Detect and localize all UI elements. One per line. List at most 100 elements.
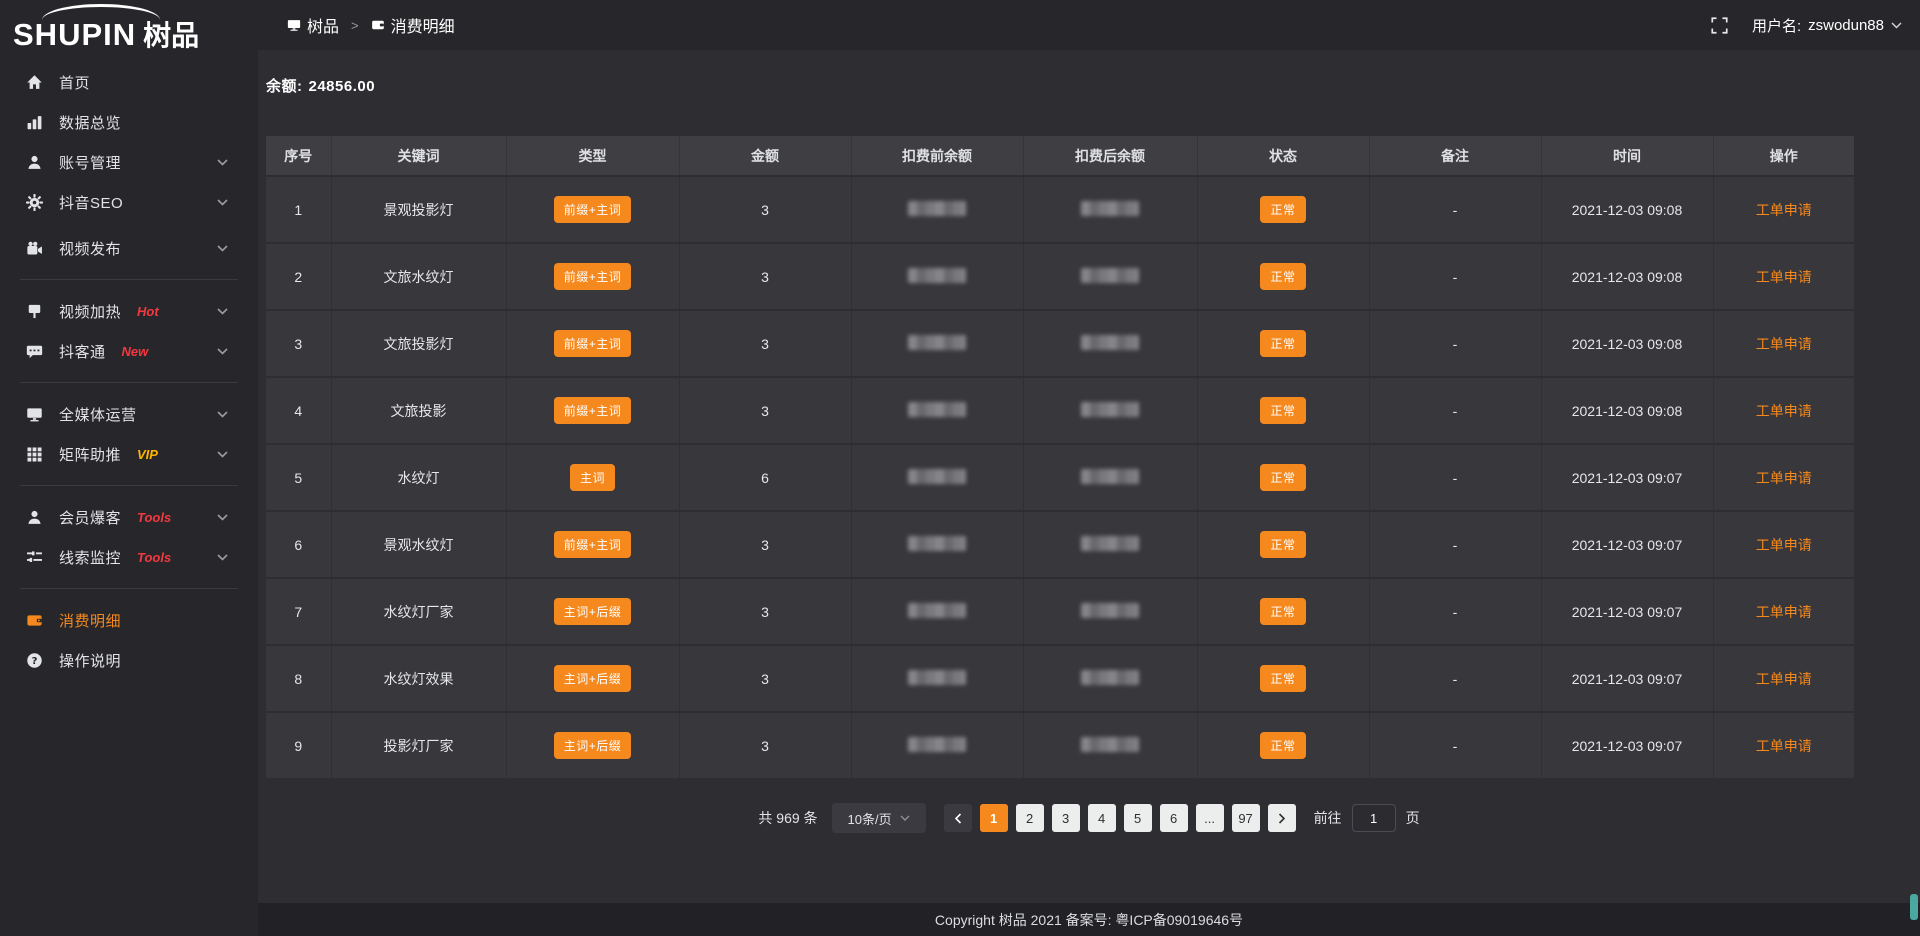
cell-balance-before (851, 712, 1023, 779)
cell-balance-before (851, 578, 1023, 645)
cell-type: 主词 (506, 444, 679, 511)
type-badge: 前缀+主词 (554, 330, 632, 357)
cell-remark: - (1369, 444, 1541, 511)
cell-amount: 3 (679, 578, 851, 645)
page-button[interactable]: 6 (1160, 804, 1188, 832)
cell-time: 2021-12-03 09:08 (1541, 310, 1713, 377)
ticket-request-link[interactable]: 工单申请 (1756, 269, 1812, 285)
ticket-request-link[interactable]: 工单申请 (1756, 604, 1812, 620)
col-balance-before: 扣费前余额 (851, 136, 1023, 176)
cell-keyword: 景观水纹灯 (331, 511, 506, 578)
goto-suffix: 页 (1406, 808, 1420, 828)
sidebar-item-lead-monitor[interactable]: 线索监控 Tools (0, 537, 258, 577)
goto-label: 前往 (1314, 808, 1342, 828)
sidebar-item-doketong[interactable]: 抖客通 New (0, 331, 258, 371)
ticket-request-link[interactable]: 工单申请 (1756, 671, 1812, 687)
page-button[interactable]: 1 (980, 804, 1008, 832)
cell-remark: - (1369, 712, 1541, 779)
breadcrumb-root[interactable]: 树品 (287, 13, 339, 37)
cell-balance-after (1023, 645, 1197, 712)
cell-remark: - (1369, 511, 1541, 578)
status-badge: 正常 (1260, 732, 1305, 759)
balance: 余额:24856.00 (266, 75, 1920, 96)
sidebar-item-video-publish[interactable]: 视频发布 (0, 228, 258, 268)
member-icon (26, 509, 43, 526)
vip-tag: VIP (137, 447, 158, 462)
redacted-value (1081, 402, 1139, 417)
sidebar-item-label: 抖客通 (59, 341, 106, 362)
cell-amount: 3 (679, 645, 851, 712)
sidebar-item-all-media[interactable]: 全媒体运营 (0, 394, 258, 434)
sidebar-item-data-overview[interactable]: 数据总览 (0, 102, 258, 142)
col-time: 时间 (1541, 136, 1713, 176)
ticket-request-link[interactable]: 工单申请 (1756, 202, 1812, 218)
redacted-value (1081, 268, 1139, 283)
chevron-down-icon (217, 308, 228, 315)
goto-page-input[interactable] (1352, 804, 1396, 832)
ticket-request-link[interactable]: 工单申请 (1756, 336, 1812, 352)
breadcrumb: 树品 > 消费明细 (287, 13, 455, 37)
cell-type: 主词+后缀 (506, 645, 679, 712)
status-badge: 正常 (1260, 531, 1305, 558)
footer: Copyright 树品 2021 备案号: 粤ICP备09019646号 (258, 903, 1920, 936)
grid-icon (26, 446, 43, 463)
sidebar-divider (20, 382, 238, 383)
next-page-button[interactable] (1268, 804, 1296, 832)
page-button[interactable]: 2 (1016, 804, 1044, 832)
status-badge: 正常 (1260, 464, 1305, 491)
ticket-request-link[interactable]: 工单申请 (1756, 403, 1812, 419)
redacted-value (1081, 201, 1139, 216)
sidebar-item-member-burst[interactable]: 会员爆客 Tools (0, 497, 258, 537)
sidebar-item-matrix-boost[interactable]: 矩阵助推 VIP (0, 434, 258, 474)
sidebar-item-label: 抖音SEO (59, 192, 123, 213)
type-badge: 前缀+主词 (554, 531, 632, 558)
col-status: 状态 (1197, 136, 1369, 176)
status-badge: 正常 (1260, 330, 1305, 357)
cell-balance-after (1023, 578, 1197, 645)
user-menu[interactable]: 用户名: zswodun88 (1752, 15, 1902, 36)
wallet-icon (26, 612, 43, 629)
page-button[interactable]: 5 (1124, 804, 1152, 832)
sidebar-item-label: 线索监控 (59, 547, 121, 568)
prev-page-button[interactable] (944, 804, 972, 832)
svg-text:?: ? (32, 656, 38, 667)
ticket-request-link[interactable]: 工单申请 (1756, 470, 1812, 486)
cell-balance-after (1023, 444, 1197, 511)
table-row: 5 水纹灯 主词 6 正常 - 2021-12-03 09:07 工单申请 (266, 444, 1854, 511)
cell-index: 8 (266, 645, 331, 712)
redacted-value (908, 201, 966, 216)
page-button[interactable]: 4 (1088, 804, 1116, 832)
home-icon (26, 74, 43, 91)
page-size-select[interactable]: 10条/页 (832, 803, 926, 833)
cell-time: 2021-12-03 09:07 (1541, 511, 1713, 578)
scrollbar-thumb[interactable] (1910, 894, 1918, 920)
breadcrumb-separator: > (351, 18, 359, 33)
sidebar-divider (20, 279, 238, 280)
table-row: 2 文旅水纹灯 前缀+主词 3 正常 - 2021-12-03 09:08 工单… (266, 243, 1854, 310)
sidebar-item-douyin-seo[interactable]: 抖音SEO (0, 182, 258, 222)
monitor-icon (26, 406, 43, 423)
fullscreen-icon[interactable] (1711, 17, 1728, 34)
app-logo: SHUPIN树品 (0, 0, 258, 58)
ticket-request-link[interactable]: 工单申请 (1756, 537, 1812, 553)
redacted-value (1081, 670, 1139, 685)
sidebar-item-home[interactable]: 首页 (0, 62, 258, 102)
sidebar-item-video-heat[interactable]: 视频加热 Hot (0, 291, 258, 331)
col-action: 操作 (1713, 136, 1854, 176)
sidebar-item-account[interactable]: 账号管理 (0, 142, 258, 182)
status-badge: 正常 (1260, 196, 1305, 223)
sidebar-item-instructions[interactable]: ? 操作说明 (0, 640, 258, 680)
table-header-row: 序号 关键词 类型 金额 扣费前余额 扣费后余额 状态 备注 时间 操作 (266, 136, 1854, 176)
ticket-request-link[interactable]: 工单申请 (1756, 738, 1812, 754)
cell-keyword: 文旅投影灯 (331, 310, 506, 377)
page-button[interactable]: 97 (1232, 804, 1260, 832)
question-icon: ? (26, 652, 43, 669)
username-value: zswodun88 (1808, 17, 1884, 34)
page-button[interactable]: ... (1196, 804, 1224, 832)
sidebar-item-consumption-detail[interactable]: 消费明细 (0, 600, 258, 640)
page-button[interactable]: 3 (1052, 804, 1080, 832)
balance-value: 24856.00 (309, 78, 376, 95)
cell-keyword: 水纹灯厂家 (331, 578, 506, 645)
cell-amount: 3 (679, 377, 851, 444)
cell-time: 2021-12-03 09:08 (1541, 243, 1713, 310)
